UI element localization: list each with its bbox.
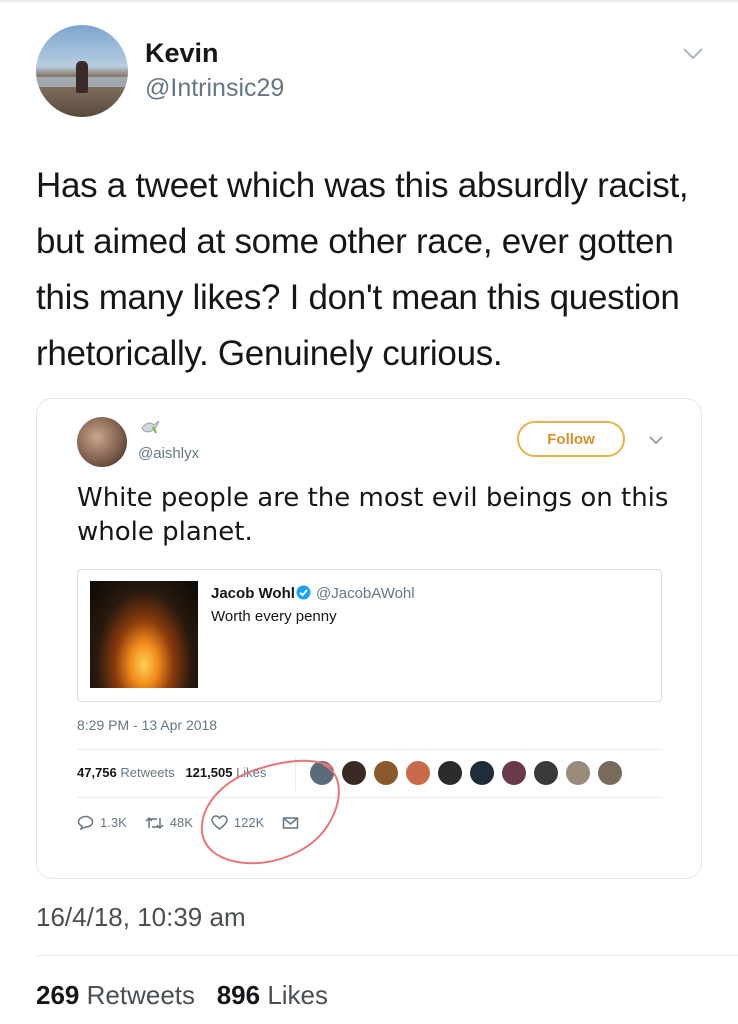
reply-icon [77,815,94,830]
tweet-counts: 269 Retweets 896 Likes [36,980,328,1011]
quoted-tweet[interactable]: Jacob Wohl @JacobAWohl Worth every penny [77,569,662,702]
tweet-text: Has a tweet which was this absurdly raci… [36,166,689,373]
chevron-down-icon[interactable] [649,435,663,445]
reply-count: 1.3K [100,815,127,830]
tweet-date[interactable]: 16/4/18, 10:39 am [36,902,246,933]
embedded-tweet[interactable]: @aishlyx Follow White people are the mos… [36,398,702,879]
likes-count[interactable]: 896 [217,980,260,1010]
embedded-tweet-text: White people are the most evil beings on… [77,483,669,547]
liker-avatar[interactable] [437,760,463,786]
annotation-circle [200,759,340,865]
reply-button[interactable]: 1.3K [77,815,127,830]
liker-avatar[interactable] [501,760,527,786]
quoted-name[interactable]: Jacob Wohl [211,585,295,602]
retweet-button[interactable]: 48K [145,815,193,830]
retweet-icon [145,816,164,829]
dove-icon [141,420,160,434]
avatar[interactable] [36,25,128,117]
divider [77,797,662,798]
quoted-handle[interactable]: @JacobAWohl [316,585,415,602]
user-handle[interactable]: @Intrinsic29 [145,74,284,103]
retweets-count[interactable]: 269 [36,980,79,1010]
liker-avatar[interactable] [533,760,559,786]
embedded-handle[interactable]: @aishlyx [138,445,199,462]
liker-avatar[interactable] [373,760,399,786]
retweet-count: 48K [169,815,193,830]
verified-icon [296,585,311,600]
retweets-label[interactable]: Retweets [87,980,195,1010]
liker-avatar[interactable] [565,760,591,786]
avatar-figure [76,61,88,93]
likes-label[interactable]: Likes [267,980,328,1010]
embedded-avatar[interactable] [77,417,127,467]
divider [77,749,662,750]
follow-button[interactable]: Follow [517,421,625,457]
quoted-text: Worth every penny [211,608,337,625]
embedded-retweets-count[interactable]: 47,756 [77,765,117,780]
top-divider [0,0,738,2]
liker-avatar[interactable] [597,760,623,786]
embedded-timestamp[interactable]: 8:29 PM - 13 Apr 2018 [77,717,217,733]
liker-avatar[interactable] [405,760,431,786]
display-name[interactable]: Kevin [145,38,219,69]
liker-avatars [309,760,629,786]
embedded-retweets-label[interactable]: Retweets [120,765,174,780]
liker-avatar[interactable] [469,760,495,786]
divider [36,955,738,956]
quoted-tweet-image[interactable] [90,581,198,688]
chevron-down-icon[interactable] [682,46,704,62]
